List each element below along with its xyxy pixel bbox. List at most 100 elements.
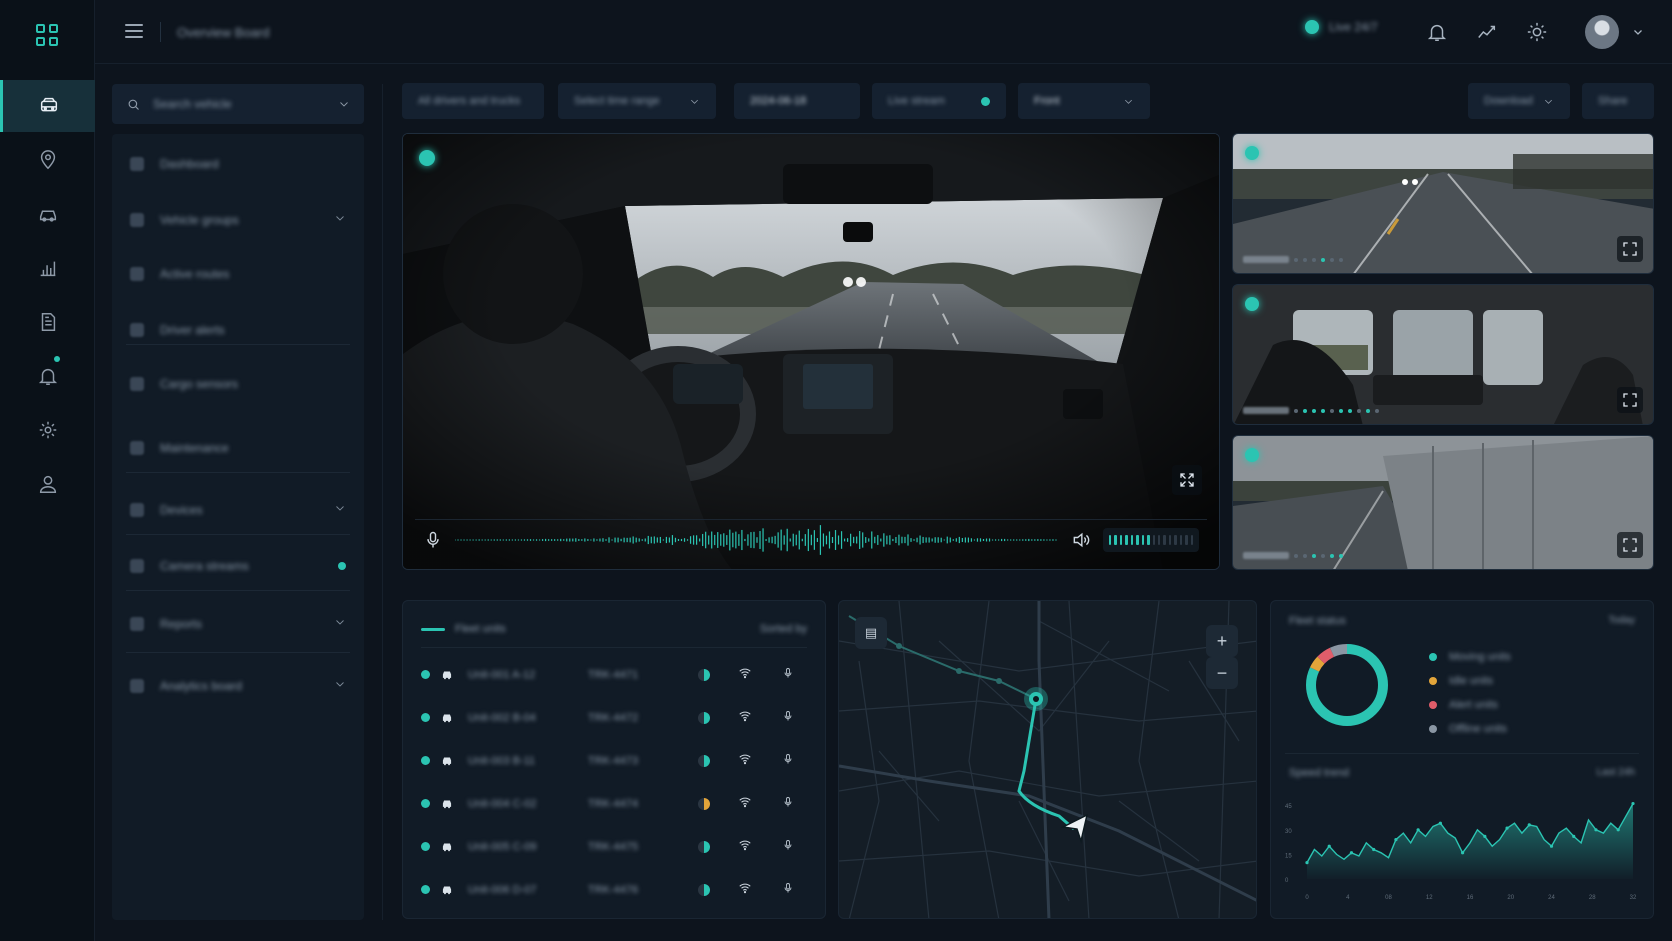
status-dot [421, 885, 430, 894]
sidebar-item[interactable]: Vehicle groups [112, 200, 364, 240]
microphone-icon[interactable] [782, 882, 794, 897]
microphone-icon[interactable] [423, 530, 443, 550]
sidebar-item[interactable]: Analytics board [112, 666, 364, 706]
nav-locations[interactable] [0, 134, 95, 186]
camera-select[interactable]: Front [1018, 83, 1150, 119]
theme-toggle[interactable] [1525, 20, 1549, 44]
device-icon [130, 503, 144, 517]
sort-label[interactable]: Sorted by [760, 623, 807, 635]
x-tick-label: 28 [1589, 895, 1596, 901]
microphone-icon[interactable] [782, 710, 794, 725]
main-camera-feed[interactable] [402, 133, 1220, 570]
table-row[interactable]: Unit-004 C-02 TRK-4474 [421, 782, 807, 825]
table-row[interactable]: Unit-002 B-04 TRK-4472 [421, 696, 807, 739]
fullscreen-button[interactable] [1617, 236, 1643, 262]
alert-dot [54, 356, 60, 362]
sidebar-item-label: Devices [160, 503, 203, 517]
avatar[interactable] [1585, 15, 1619, 49]
data-point [1631, 801, 1635, 806]
legend-swatch [1429, 653, 1437, 661]
plus-icon: + [1216, 630, 1228, 651]
fullscreen-button[interactable] [1617, 387, 1643, 413]
driver-filter[interactable]: All drivers and trucks [402, 83, 544, 119]
nav-profile[interactable] [0, 458, 95, 510]
nav-analytics[interactable] [0, 242, 95, 294]
live-status[interactable]: Live 24/7 [1305, 20, 1378, 34]
search-input[interactable]: Search vehicle [112, 84, 364, 124]
microphone-icon[interactable] [782, 839, 794, 854]
volume-tick [1130, 534, 1134, 545]
nav-reports[interactable] [0, 296, 95, 348]
volume-tick [1185, 534, 1188, 545]
sidebar-item-label: Camera streams [160, 559, 249, 573]
share-button[interactable]: Share [1582, 83, 1654, 119]
flag-icon [130, 323, 144, 337]
nav-vehicles-live[interactable] [0, 80, 95, 132]
speaker-icon[interactable] [1071, 530, 1091, 550]
live-stream-toggle[interactable]: Live stream [872, 83, 1006, 119]
sidebar-item[interactable]: Cargo sensors [112, 364, 364, 404]
chevron-down-icon[interactable] [334, 501, 346, 519]
table-row[interactable]: Unit-001 A-12 TRK-4471 [421, 653, 807, 696]
download-button[interactable]: Download [1468, 83, 1570, 119]
x-tick-label: 12 [1426, 895, 1433, 901]
sidebar-item[interactable]: Devices [112, 490, 364, 530]
volume-tick [1179, 534, 1183, 545]
vehicle-name: Unit-003 B-11 [468, 754, 536, 767]
volume-tick [1119, 534, 1123, 545]
sidebar-item[interactable]: Reports [112, 604, 364, 644]
sidebar-item[interactable]: Dashboard [112, 144, 364, 184]
signal-button[interactable] [1475, 20, 1499, 44]
chevron-down-icon[interactable] [334, 615, 346, 633]
wrench-icon [130, 441, 144, 455]
volume-slider[interactable] [1103, 527, 1199, 552]
panel-meta: Today [1608, 615, 1635, 626]
table-row[interactable]: Unit-003 B-11 TRK-4473 [421, 739, 807, 782]
chevron-down-icon [340, 102, 348, 107]
chevron-down-icon[interactable] [334, 211, 346, 229]
nav-fleet[interactable] [0, 188, 95, 240]
chart-icon [130, 679, 144, 693]
fullscreen-button[interactable] [1172, 465, 1202, 495]
sidebar-item[interactable]: Maintenance [112, 428, 364, 468]
volume-tick [1163, 534, 1166, 545]
menu-icon[interactable] [125, 24, 143, 38]
data-point [1327, 844, 1331, 848]
side-camera-feed[interactable] [1232, 435, 1654, 570]
stats-panel: Fleet status Today Moving units Idle unit… [1270, 600, 1654, 919]
microphone-icon[interactable] [782, 667, 794, 682]
data-point [1416, 828, 1420, 832]
road-camera-feed[interactable] [1232, 133, 1654, 274]
sidebar-item[interactable]: Camera streams [112, 546, 364, 586]
microphone-icon[interactable] [782, 796, 794, 811]
time-range-select[interactable]: Select time range [558, 83, 716, 119]
nav-alerts[interactable] [0, 350, 95, 402]
legend-label: Idle units [1449, 675, 1494, 687]
layers-button[interactable]: ▤ [855, 617, 887, 649]
map-pin-icon [40, 150, 55, 170]
microphone-icon[interactable] [782, 753, 794, 768]
cabin-camera-feed[interactable] [1232, 284, 1654, 425]
legend-swatch [1429, 725, 1437, 733]
zoom-out-button[interactable]: − [1206, 657, 1238, 689]
divider [1285, 753, 1639, 754]
date-input[interactable]: 2024-06-18 [734, 83, 860, 119]
layers-icon: ▤ [864, 625, 878, 640]
table-row[interactable]: Unit-005 C-09 TRK-4475 [421, 825, 807, 868]
sidebar-item[interactable]: Active routes [112, 254, 364, 294]
apps-grid-icon[interactable] [36, 24, 58, 46]
sidebar-item-label: Maintenance [160, 441, 229, 455]
nav-settings[interactable] [0, 404, 95, 456]
filter-label: 2024-06-18 [750, 95, 807, 107]
vehicle-name: Unit-002 B-04 [468, 711, 536, 724]
notifications-button[interactable] [1425, 20, 1449, 44]
chevron-down-icon[interactable] [1632, 26, 1644, 38]
expand-icon [1623, 538, 1637, 552]
zoom-in-button[interactable]: + [1206, 625, 1238, 657]
table-row[interactable]: Unit-006 D-07 TRK-4476 [421, 868, 807, 911]
chevron-down-icon[interactable] [334, 677, 346, 695]
fullscreen-button[interactable] [1617, 532, 1643, 558]
car-icon [440, 797, 454, 811]
legend-label: Alert units [1449, 699, 1498, 711]
route-map[interactable]: ▤ + − [838, 600, 1257, 919]
